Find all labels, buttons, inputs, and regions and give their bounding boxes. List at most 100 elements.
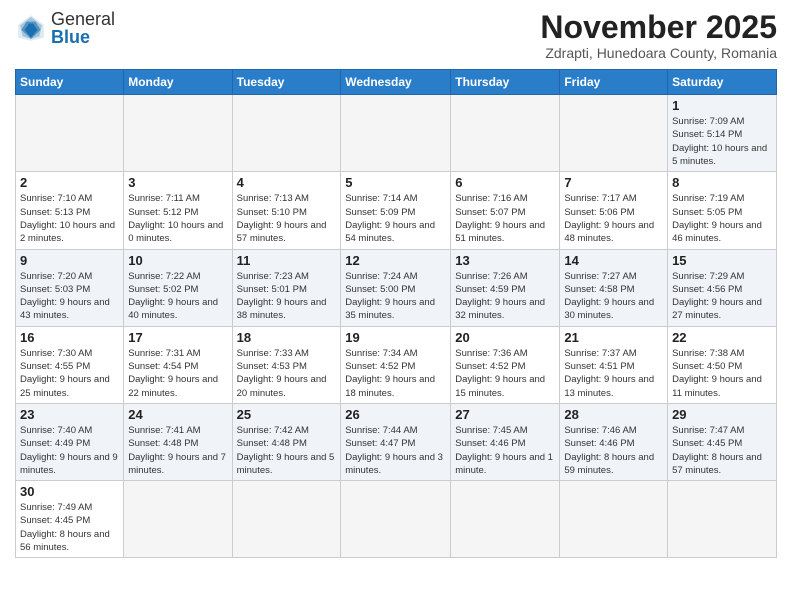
- logo-text: General Blue: [51, 10, 115, 46]
- day-info: Sunrise: 7:33 AM Sunset: 4:53 PM Dayligh…: [237, 347, 337, 400]
- day-info: Sunrise: 7:46 AM Sunset: 4:46 PM Dayligh…: [564, 424, 663, 477]
- day-info: Sunrise: 7:29 AM Sunset: 4:56 PM Dayligh…: [672, 270, 772, 323]
- day-number: 27: [455, 407, 555, 422]
- day-number: 4: [237, 175, 337, 190]
- day-number: 19: [345, 330, 446, 345]
- day-info: Sunrise: 7:36 AM Sunset: 4:52 PM Dayligh…: [455, 347, 555, 400]
- day-info: Sunrise: 7:17 AM Sunset: 5:06 PM Dayligh…: [564, 192, 663, 245]
- table-row: 18 Sunrise: 7:33 AM Sunset: 4:53 PM Dayli…: [232, 326, 341, 403]
- day-number: 2: [20, 175, 119, 190]
- day-number: 22: [672, 330, 772, 345]
- calendar-week-row: 9Sunrise: 7:20 AM Sunset: 5:03 PM Daylig…: [16, 249, 777, 326]
- table-row: 30Sunrise: 7:49 AM Sunset: 4:45 PM Dayli…: [16, 481, 124, 558]
- day-number: 18: [237, 330, 337, 345]
- day-number: 6: [455, 175, 555, 190]
- logo-blue: Blue: [51, 27, 90, 47]
- day-info: Sunrise: 7:30 AM Sunset: 4:55 PM Dayligh…: [20, 347, 119, 400]
- day-info: Sunrise: 7:34 AM Sunset: 4:52 PM Dayligh…: [345, 347, 446, 400]
- day-info: Sunrise: 7:27 AM Sunset: 4:58 PM Dayligh…: [564, 270, 663, 323]
- table-row: 25Sunrise: 7:42 AM Sunset: 4:48 PM Dayli…: [232, 403, 341, 480]
- page: General Blue November 2025 Zdrapti, Hune…: [0, 0, 792, 568]
- table-row: 8 Sunrise: 7:19 AM Sunset: 5:05 PM Daylig…: [668, 172, 777, 249]
- table-row: [124, 95, 232, 172]
- day-number: 17: [128, 330, 227, 345]
- day-info: Sunrise: 7:40 AM Sunset: 4:49 PM Dayligh…: [20, 424, 119, 477]
- day-info: Sunrise: 7:22 AM Sunset: 5:02 PM Dayligh…: [128, 270, 227, 323]
- day-info: Sunrise: 7:45 AM Sunset: 4:46 PM Dayligh…: [455, 424, 555, 477]
- calendar-week-row: 1 Sunrise: 7:09 AM Sunset: 5:14 PM Daylig…: [16, 95, 777, 172]
- day-info: Sunrise: 7:16 AM Sunset: 5:07 PM Dayligh…: [455, 192, 555, 245]
- day-number: 16: [20, 330, 119, 345]
- day-info: Sunrise: 7:23 AM Sunset: 5:01 PM Dayligh…: [237, 270, 337, 323]
- logo-general: General: [51, 9, 115, 29]
- table-row: 2 Sunrise: 7:10 AM Sunset: 5:13 PM Daylig…: [16, 172, 124, 249]
- table-row: 20Sunrise: 7:36 AM Sunset: 4:52 PM Dayli…: [451, 326, 560, 403]
- day-number: 15: [672, 253, 772, 268]
- table-row: [232, 95, 341, 172]
- table-row: 19 Sunrise: 7:34 AM Sunset: 4:52 PM Dayli…: [341, 326, 451, 403]
- day-info: Sunrise: 7:41 AM Sunset: 4:48 PM Dayligh…: [128, 424, 227, 477]
- generalblue-icon: [15, 12, 47, 44]
- table-row: 22 Sunrise: 7:38 AM Sunset: 4:50 PM Dayli…: [668, 326, 777, 403]
- day-info: Sunrise: 7:37 AM Sunset: 4:51 PM Dayligh…: [564, 347, 663, 400]
- table-row: 27 Sunrise: 7:45 AM Sunset: 4:46 PM Dayli…: [451, 403, 560, 480]
- day-info: Sunrise: 7:20 AM Sunset: 5:03 PM Dayligh…: [20, 270, 119, 323]
- table-row: 3Sunrise: 7:11 AM Sunset: 5:12 PM Daylig…: [124, 172, 232, 249]
- day-info: Sunrise: 7:26 AM Sunset: 4:59 PM Dayligh…: [455, 270, 555, 323]
- table-row: 21 Sunrise: 7:37 AM Sunset: 4:51 PM Dayli…: [560, 326, 668, 403]
- day-number: 14: [564, 253, 663, 268]
- table-row: [560, 481, 668, 558]
- table-row: 15 Sunrise: 7:29 AM Sunset: 4:56 PM Dayli…: [668, 249, 777, 326]
- day-info: Sunrise: 7:24 AM Sunset: 5:00 PM Dayligh…: [345, 270, 446, 323]
- day-number: 12: [345, 253, 446, 268]
- table-row: 28 Sunrise: 7:46 AM Sunset: 4:46 PM Dayli…: [560, 403, 668, 480]
- calendar-table: Sunday Monday Tuesday Wednesday Thursday…: [15, 69, 777, 558]
- table-row: 26 Sunrise: 7:44 AM Sunset: 4:47 PM Dayli…: [341, 403, 451, 480]
- table-row: 16 Sunrise: 7:30 AM Sunset: 4:55 PM Dayli…: [16, 326, 124, 403]
- table-row: 14 Sunrise: 7:27 AM Sunset: 4:58 PM Dayli…: [560, 249, 668, 326]
- table-row: [451, 481, 560, 558]
- day-number: 24: [128, 407, 227, 422]
- table-row: [232, 481, 341, 558]
- day-number: 8: [672, 175, 772, 190]
- col-saturday: Saturday: [668, 70, 777, 95]
- table-row: 6 Sunrise: 7:16 AM Sunset: 5:07 PM Daylig…: [451, 172, 560, 249]
- col-monday: Monday: [124, 70, 232, 95]
- day-number: 29: [672, 407, 772, 422]
- month-title: November 2025: [540, 10, 777, 45]
- col-tuesday: Tuesday: [232, 70, 341, 95]
- table-row: 11Sunrise: 7:23 AM Sunset: 5:01 PM Dayli…: [232, 249, 341, 326]
- header: General Blue November 2025 Zdrapti, Hune…: [15, 10, 777, 61]
- day-number: 26: [345, 407, 446, 422]
- day-number: 7: [564, 175, 663, 190]
- table-row: [124, 481, 232, 558]
- table-row: 10 Sunrise: 7:22 AM Sunset: 5:02 PM Dayli…: [124, 249, 232, 326]
- day-info: Sunrise: 7:49 AM Sunset: 4:45 PM Dayligh…: [20, 501, 119, 554]
- calendar-week-row: 2 Sunrise: 7:10 AM Sunset: 5:13 PM Daylig…: [16, 172, 777, 249]
- table-row: 13Sunrise: 7:26 AM Sunset: 4:59 PM Dayli…: [451, 249, 560, 326]
- table-row: 23Sunrise: 7:40 AM Sunset: 4:49 PM Dayli…: [16, 403, 124, 480]
- calendar-header-row: Sunday Monday Tuesday Wednesday Thursday…: [16, 70, 777, 95]
- day-number: 28: [564, 407, 663, 422]
- day-info: Sunrise: 7:14 AM Sunset: 5:09 PM Dayligh…: [345, 192, 446, 245]
- day-info: Sunrise: 7:31 AM Sunset: 4:54 PM Dayligh…: [128, 347, 227, 400]
- calendar-week-row: 16 Sunrise: 7:30 AM Sunset: 4:55 PM Dayli…: [16, 326, 777, 403]
- table-row: 29 Sunrise: 7:47 AM Sunset: 4:45 PM Dayli…: [668, 403, 777, 480]
- logo: General Blue: [15, 10, 115, 46]
- day-info: Sunrise: 7:10 AM Sunset: 5:13 PM Dayligh…: [20, 192, 119, 245]
- day-info: Sunrise: 7:19 AM Sunset: 5:05 PM Dayligh…: [672, 192, 772, 245]
- col-sunday: Sunday: [16, 70, 124, 95]
- day-info: Sunrise: 7:09 AM Sunset: 5:14 PM Dayligh…: [672, 115, 772, 168]
- day-number: 10: [128, 253, 227, 268]
- day-number: 1: [672, 98, 772, 113]
- day-info: Sunrise: 7:44 AM Sunset: 4:47 PM Dayligh…: [345, 424, 446, 477]
- day-info: Sunrise: 7:11 AM Sunset: 5:12 PM Dayligh…: [128, 192, 227, 245]
- day-info: Sunrise: 7:47 AM Sunset: 4:45 PM Dayligh…: [672, 424, 772, 477]
- day-number: 21: [564, 330, 663, 345]
- table-row: [451, 95, 560, 172]
- title-block: November 2025 Zdrapti, Hunedoara County,…: [540, 10, 777, 61]
- day-info: Sunrise: 7:38 AM Sunset: 4:50 PM Dayligh…: [672, 347, 772, 400]
- table-row: 7 Sunrise: 7:17 AM Sunset: 5:06 PM Daylig…: [560, 172, 668, 249]
- table-row: [560, 95, 668, 172]
- table-row: 9Sunrise: 7:20 AM Sunset: 5:03 PM Daylig…: [16, 249, 124, 326]
